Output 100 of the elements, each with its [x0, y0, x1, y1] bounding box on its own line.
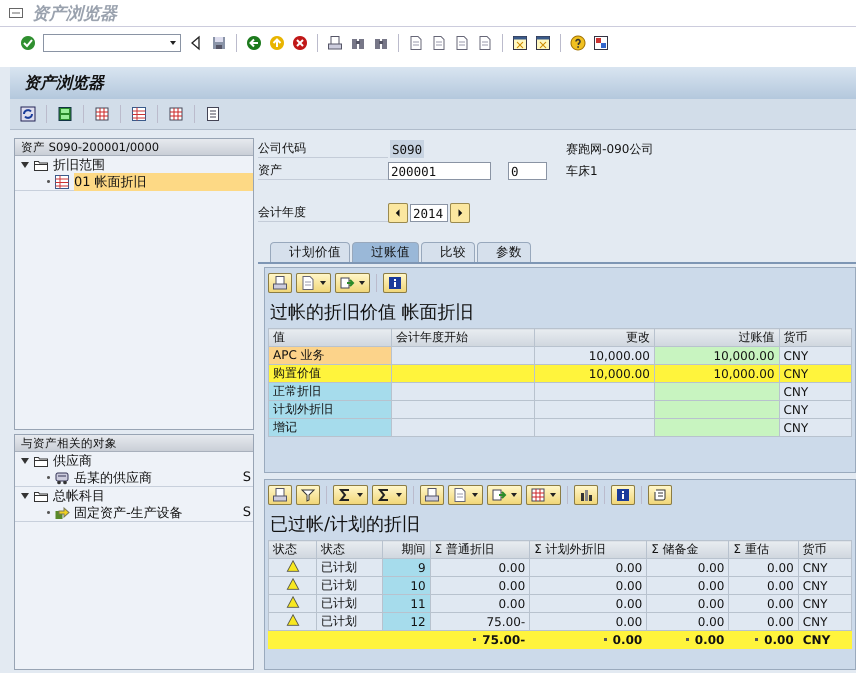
print-button[interactable]	[268, 273, 292, 293]
view-button[interactable]	[448, 485, 483, 505]
screen-title: 资产浏览器	[24, 72, 104, 94]
expanded-arrow-icon[interactable]	[21, 492, 29, 498]
table-cell: CNY	[779, 418, 852, 436]
grid-icon[interactable]	[168, 106, 184, 122]
tree-column-text: S	[242, 470, 252, 485]
export-button[interactable]	[487, 485, 522, 505]
menu-icon[interactable]	[8, 5, 24, 21]
command-field[interactable]	[43, 34, 181, 52]
table-cell: 10,000.00	[534, 364, 654, 382]
scroll-icon	[652, 487, 668, 503]
save-icon[interactable]	[211, 35, 227, 51]
previous-year-button[interactable]	[388, 203, 408, 223]
table-cell: 0.00	[728, 594, 798, 612]
table-cell: 0.00	[728, 612, 798, 630]
table-cell: 0.00	[430, 576, 530, 594]
help-icon[interactable]	[570, 35, 586, 51]
row-label-cell[interactable]: 增记	[268, 418, 392, 436]
field-label: 公司代码	[258, 140, 388, 158]
row-label-cell[interactable]: 购置价值	[268, 364, 392, 382]
panel-icon[interactable]	[57, 106, 73, 122]
fiscal-year-field[interactable]: 2014	[410, 204, 448, 222]
asset-number-field[interactable]: 200001	[388, 162, 491, 180]
tree-node[interactable]: 岳某的供应商	[74, 468, 233, 486]
sort-button[interactable]	[268, 485, 292, 505]
expanded-arrow-icon[interactable]	[21, 458, 29, 464]
table-icon[interactable]	[131, 106, 147, 122]
layout-icon[interactable]	[593, 35, 609, 51]
caret-icon	[395, 492, 403, 498]
tree-header: 与资产相关的对象	[15, 435, 253, 452]
table-cell: 已计划	[316, 594, 382, 612]
next-year-button[interactable]	[450, 203, 470, 223]
row-label-cell[interactable]: 正常折旧	[268, 382, 392, 400]
table-cell: 10,000.00	[534, 346, 654, 364]
caret-icon	[319, 280, 327, 286]
shortcut-icon[interactable]	[535, 35, 551, 51]
column-header: 状态	[316, 540, 382, 558]
filter-button[interactable]	[296, 485, 320, 505]
sub-number-field[interactable]: 0	[508, 162, 547, 180]
sum-button[interactable]	[333, 485, 368, 505]
column-header: 会计年度开始	[392, 328, 535, 346]
table-cell: 0.00	[530, 594, 647, 612]
last-page-icon[interactable]	[477, 35, 493, 51]
expanded-arrow-icon[interactable]	[21, 162, 29, 168]
asset-description: 车床1	[566, 162, 598, 180]
table-cell: 0.00	[646, 558, 729, 576]
table-cell: 0.00	[430, 558, 530, 576]
print-button[interactable]	[420, 485, 444, 505]
filter-icon	[300, 487, 316, 503]
caret-icon	[510, 492, 518, 498]
tab[interactable]: 过账值	[352, 242, 419, 262]
next-page-icon[interactable]	[454, 35, 470, 51]
layout-button[interactable]	[526, 485, 561, 505]
first-page-icon[interactable]	[408, 35, 424, 51]
table-cell: 10,000.00	[654, 346, 780, 364]
info-button[interactable]	[383, 273, 407, 293]
tree-node[interactable]: 折旧范围	[53, 156, 253, 174]
view-button[interactable]	[296, 273, 331, 293]
tab[interactable]: 参数	[477, 242, 531, 262]
tab[interactable]: 比较	[421, 242, 475, 262]
subtotal-button[interactable]	[372, 485, 407, 505]
previous-page-icon[interactable]	[431, 35, 447, 51]
scroll-button[interactable]	[648, 485, 672, 505]
tree-node[interactable]: 总帐科目	[53, 486, 253, 504]
table-cell: CNY	[798, 558, 852, 576]
column-header: 期间	[382, 540, 430, 558]
table-cell: 已计划	[316, 612, 382, 630]
tree-node[interactable]: 01 帐面折旧	[74, 172, 253, 190]
table-cell: 0.00	[728, 558, 798, 576]
confirm-icon[interactable]	[20, 35, 36, 51]
chart-button[interactable]	[574, 485, 598, 505]
table-title: 已过帐/计划的折旧	[269, 513, 422, 537]
table-cell: CNY	[779, 382, 852, 400]
column-header: 过账值	[654, 328, 780, 346]
table-cell: 0.00	[646, 576, 729, 594]
refresh-icon[interactable]	[20, 106, 36, 122]
row-label-cell[interactable]: 计划外折旧	[268, 400, 392, 418]
cancel-icon[interactable]	[292, 35, 308, 51]
total-currency: CNY	[798, 630, 852, 648]
info-button[interactable]	[611, 485, 635, 505]
print-icon[interactable]	[327, 35, 343, 51]
back-icon[interactable]	[246, 35, 262, 51]
list-icon[interactable]	[205, 106, 221, 122]
new-session-icon[interactable]	[512, 35, 528, 51]
tree-node[interactable]: 固定资产-生产设备	[74, 504, 233, 522]
table-cell: 已计划	[316, 558, 382, 576]
tab[interactable]: 计划价值	[270, 242, 350, 262]
info-icon	[387, 275, 403, 291]
info-icon	[615, 487, 631, 503]
column-header: 状态	[268, 540, 317, 558]
grid-icon[interactable]	[94, 106, 110, 122]
export-icon	[339, 275, 355, 291]
export-button[interactable]	[335, 273, 370, 293]
table-cell: 0.00	[646, 612, 729, 630]
row-label-cell[interactable]: APC 业务	[268, 346, 392, 364]
tree-column-text: S	[242, 505, 252, 520]
export-icon	[491, 487, 507, 503]
caret-icon	[471, 492, 479, 498]
tree-node[interactable]: 供应商	[53, 452, 253, 470]
